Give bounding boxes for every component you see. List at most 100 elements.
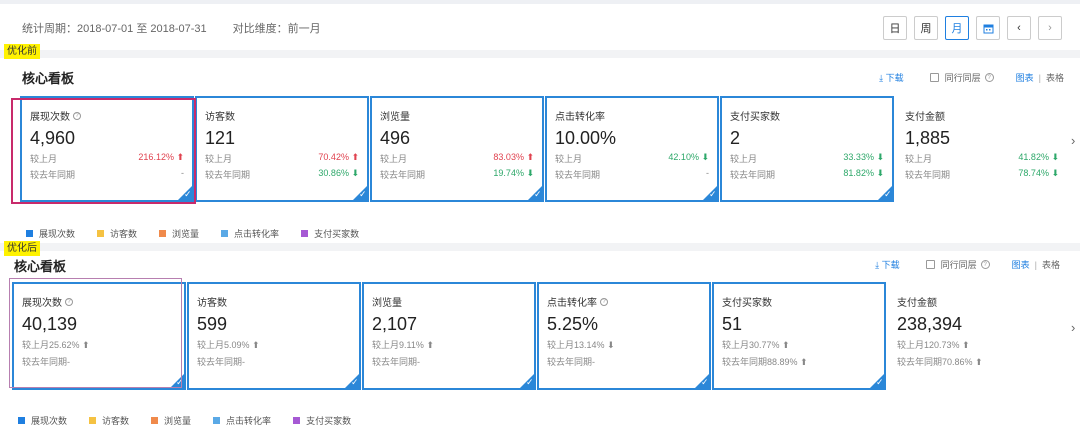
compare-year-row: 较去年同期70.86% ⬆ (897, 355, 1051, 368)
legend-label: 展现次数 (31, 416, 68, 426)
legend-item[interactable]: 点击转化率 (213, 414, 271, 427)
help-icon[interactable]: ? (980, 260, 990, 269)
help-icon[interactable]: ? (73, 111, 81, 120)
legend-before: 展现次数 访客数 浏览量 点击转化率 支付买家数 (26, 227, 359, 240)
chart-toggle[interactable]: 图表 (1012, 258, 1030, 271)
table-toggle[interactable]: 表格 (1046, 71, 1064, 84)
legend-item[interactable]: 点击转化率 (221, 227, 279, 240)
legend-swatch (18, 417, 25, 424)
chevron-right-icon[interactable]: › (1071, 320, 1075, 335)
metric-value: 238,394 (897, 314, 963, 334)
legend-label: 点击转化率 (226, 416, 272, 426)
compare-text: 较去年同期- (197, 357, 245, 367)
month-button[interactable]: 月 (945, 16, 969, 40)
compare-year-row: 较去年同期 78.74% ⬇ (905, 168, 1059, 181)
metric-title-label: 展现次数 (22, 298, 62, 309)
period-label: 统计周期：2018-07-01 至 2018-07-31 (22, 23, 207, 35)
metric-card[interactable]: 支付买家数 51 较上月30.77% ⬆ 较去年同期88.89% ⬆ ✓ (712, 282, 886, 390)
metric-value: 40,139 (22, 314, 78, 334)
chevron-right-icon[interactable]: › (1071, 133, 1075, 148)
metric-value: 121 (205, 128, 236, 148)
metric-card[interactable]: 访客数 121 较上月 70.42% ⬆ 较去年同期 30.86% ⬇ ✓ (195, 96, 369, 202)
metric-title: 支付金额 (897, 294, 1051, 309)
metric-card[interactable]: 支付金额238,394较上月120.73% ⬆较去年同期70.86% ⬆✓ (887, 282, 1061, 390)
compare-label: 较上月 (30, 154, 58, 164)
legend-item[interactable]: 浏览量 (159, 227, 199, 240)
week-button[interactable]: 周 (914, 16, 938, 40)
chevron-right-icon[interactable]: › (1038, 16, 1062, 40)
board-tools-before: ⤓ 下载 同行同层 ? 图表 | 表格 (879, 71, 1064, 84)
metric-card[interactable]: 访客数 599 较上月5.09% ⬆ 较去年同期- ✓ (187, 282, 361, 390)
help-icon[interactable]: ? (65, 297, 73, 306)
day-button[interactable]: 日 (883, 16, 907, 40)
selected-check-icon: ✓ (351, 184, 369, 202)
compare-month-row: 较上月 70.42% ⬆ (205, 152, 359, 165)
download-link[interactable]: ⤓ 下载 (879, 71, 904, 84)
toggle-separator: | (1034, 259, 1037, 270)
metric-value: 599 (197, 314, 228, 334)
board-title-after: 核心看板 (14, 259, 67, 274)
metric-title-label: 浏览量 (380, 112, 410, 123)
metric-title-label: 点击转化率 (555, 112, 605, 123)
legend-item[interactable]: 展现次数 (26, 227, 75, 240)
legend-item[interactable]: 访客数 (89, 414, 129, 427)
table-toggle[interactable]: 表格 (1042, 258, 1060, 271)
metric-card[interactable]: 展现次数? 40,139 较上月25.62% ⬆ 较去年同期- ✓ (12, 282, 186, 390)
calendar-icon[interactable] (976, 16, 1000, 40)
legend-swatch (159, 230, 167, 237)
compare-month-row: 较上月 216.12% ⬆ (30, 152, 184, 165)
compare-label: 较去年同期 (905, 170, 951, 180)
metric-card[interactable]: 浏览量 496 较上月 83.03% ⬆ 较去年同期 19.74% ⬇ ✓ (370, 96, 544, 202)
legend-item[interactable]: 支付买家数 (293, 414, 351, 427)
legend-swatch (221, 230, 229, 237)
legend-item[interactable]: 浏览量 (151, 414, 191, 427)
metric-card[interactable]: 支付买家数 2 较上月 33.33% ⬇ 较去年同期 81.82% ⬇ ✓ (720, 96, 894, 202)
legend-swatch (89, 417, 97, 424)
metric-card[interactable]: 展现次数? 4,960 较上月 216.12% ⬆ 较去年同期 - ✓ (20, 96, 194, 202)
metric-title: 浏览量 (372, 294, 526, 309)
compare-year-row: 较去年同期 19.74% ⬇ (380, 168, 534, 181)
chevron-left-icon[interactable]: ‹ (1007, 16, 1031, 40)
compare-value: 19.74% ⬇ (493, 168, 534, 178)
help-icon[interactable]: ? (984, 73, 994, 82)
metric-card[interactable]: 点击转化率? 5.25% 较上月13.14% ⬇ 较去年同期- ✓ (537, 282, 711, 390)
metric-title: 展现次数? (22, 294, 176, 309)
metric-value: 1,885 (905, 128, 951, 148)
selected-check-icon: ✓ (693, 372, 711, 390)
legend-item[interactable]: 展现次数 (18, 414, 67, 427)
compare-text: 较去年同期70.86% ⬆ (897, 357, 983, 367)
metric-title-label: 浏览量 (372, 298, 402, 309)
metric-title-label: 访客数 (205, 112, 235, 123)
compare-label: 较去年同期 (555, 170, 601, 180)
compare-year-row: 较去年同期- (197, 355, 351, 368)
metric-card[interactable]: 浏览量 2,107 较上月9.11% ⬆ 较去年同期- ✓ (362, 282, 536, 390)
legend-item[interactable]: 访客数 (97, 227, 137, 240)
peer-checkbox[interactable] (925, 260, 935, 269)
compare-text: 较上月13.14% ⬇ (547, 340, 615, 350)
metric-title-label: 访客数 (197, 298, 227, 309)
legend-item[interactable]: 支付买家数 (301, 227, 359, 240)
download-link[interactable]: ⤓ 下载 (875, 258, 900, 271)
metric-title: 支付买家数 (730, 108, 884, 123)
compare-value: 78.74% ⬇ (1018, 168, 1059, 178)
metric-card[interactable]: 支付金额1,885较上月41.82% ⬇较去年同期78.74% ⬇✓ (895, 96, 1069, 202)
tag-after: 优化后 (4, 241, 40, 256)
compare-label: 较去年同期 (205, 170, 251, 180)
metric-card[interactable]: 点击转化率 10.00% 较上月 42.10% ⬇ 较去年同期 - ✓ (545, 96, 719, 202)
selected-check-icon: ✓ (868, 372, 886, 390)
compare-label: 较上月 (905, 154, 933, 164)
board-tools-after: ⤓ 下载 同行同层 ? 图表 | 表格 (875, 258, 1060, 271)
compare-value: 41.82% ⬇ (1018, 152, 1059, 162)
help-icon[interactable]: ? (600, 297, 608, 306)
compare-text: 较上月30.77% ⬆ (722, 340, 790, 350)
compare-month-row: 较上月 33.33% ⬇ (730, 152, 884, 165)
metric-title: 点击转化率? (547, 294, 701, 309)
board-title-before: 核心看板 (22, 71, 75, 86)
metric-title: 点击转化率 (555, 108, 709, 123)
compare-year-row: 较去年同期- (22, 355, 176, 368)
legend-label: 支付买家数 (314, 229, 360, 239)
metric-cards-after: 展现次数? 40,139 较上月25.62% ⬆ 较去年同期- ✓ 访客数 599 较上月5.… (12, 282, 1062, 390)
legend-after: 展现次数 访客数 浏览量 点击转化率 支付买家数 (18, 414, 351, 427)
peer-checkbox[interactable] (929, 73, 939, 82)
chart-toggle[interactable]: 图表 (1016, 71, 1034, 84)
